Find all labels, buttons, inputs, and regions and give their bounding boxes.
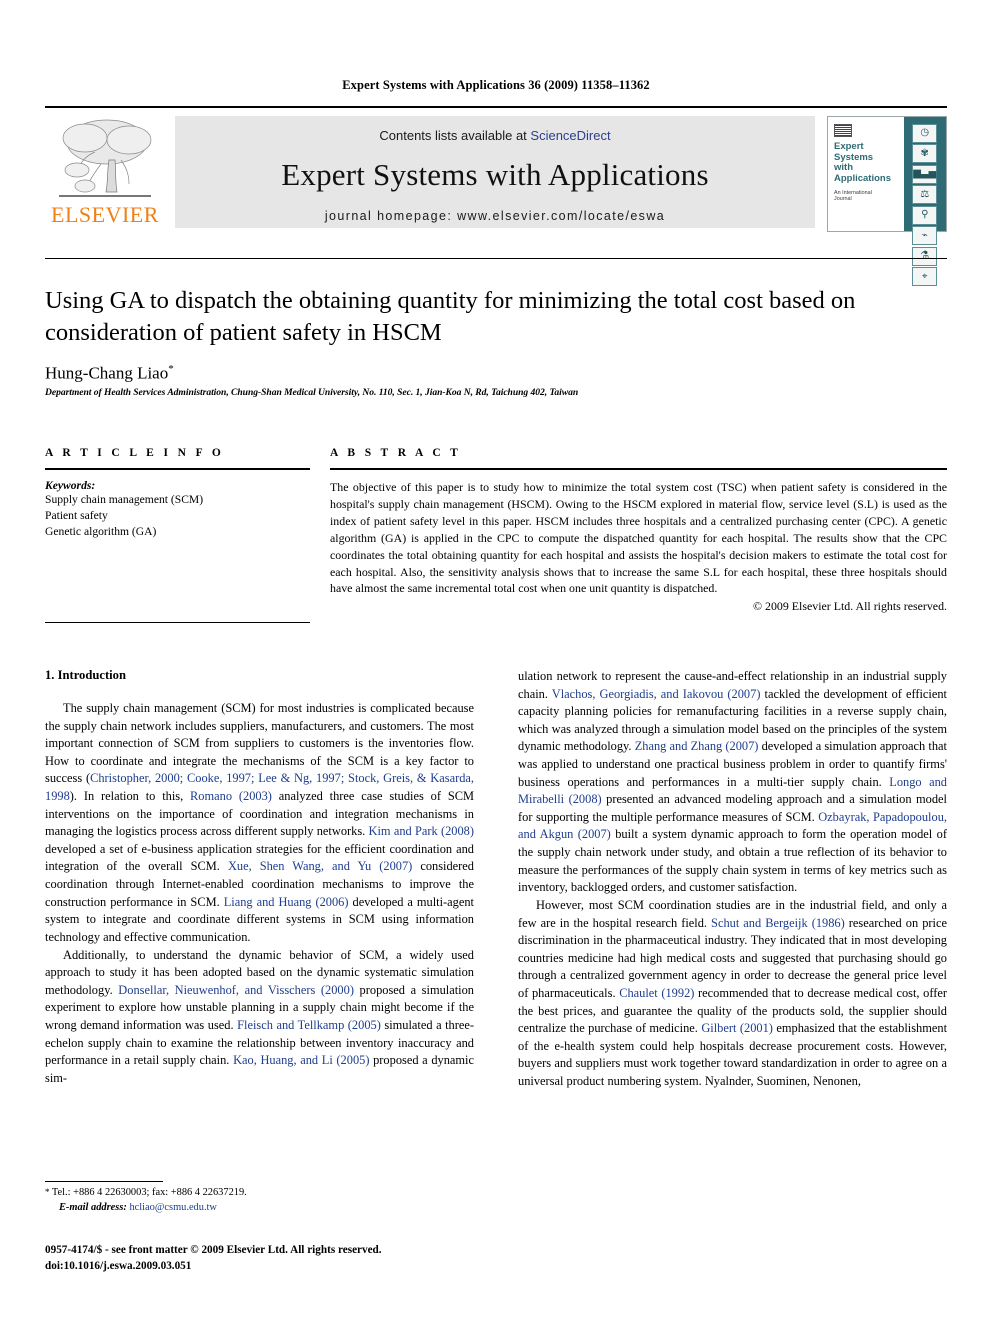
- citation-reference[interactable]: Schut and Bergeijk (1986): [711, 916, 845, 930]
- email-label: E-mail address:: [59, 1201, 127, 1213]
- body-columns: 1. Introduction The supply chain managem…: [45, 668, 947, 1168]
- body-column-left: 1. Introduction The supply chain managem…: [45, 668, 474, 1087]
- abstract-column: A B S T R A C T The objective of this pa…: [330, 447, 947, 614]
- contents-available-line: Contents lists available at ScienceDirec…: [175, 116, 815, 143]
- paper-page: Expert Systems with Applications 36 (200…: [0, 0, 992, 1323]
- abstract-text: The objective of this paper is to study …: [330, 480, 947, 596]
- page-title: Using GA to dispatch the obtaining quant…: [45, 287, 856, 347]
- author-affiliation: Department of Health Services Administra…: [45, 387, 579, 398]
- footnote-rule: [45, 1181, 163, 1182]
- article-info-rule: [45, 468, 310, 470]
- title-separator-rule: [45, 258, 947, 259]
- body-paragraph: However, most SCM coordination studies a…: [518, 897, 948, 1089]
- citation-reference[interactable]: Xue, Shen Wang, and Yu (2007): [228, 859, 412, 873]
- bar-chart-icon: ▆▃▅: [912, 164, 938, 184]
- citation-reference[interactable]: Kim and Park (2008): [369, 824, 474, 838]
- journal-banner: Contents lists available at ScienceDirec…: [175, 116, 815, 228]
- abstract-rule: [330, 468, 947, 470]
- cover-subtitle-line-2: Journal: [834, 195, 852, 202]
- footnote-email: E-mail address: hcliao@csmu.edu.tw: [45, 1201, 475, 1216]
- satellite-icon: ⌁: [912, 226, 938, 245]
- journal-homepage[interactable]: journal homepage: www.elsevier.com/locat…: [175, 209, 815, 223]
- author-label: Hung-Chang Liao: [45, 363, 169, 383]
- citation-reference[interactable]: Gilbert (2001): [701, 1021, 773, 1035]
- clock-icon: ◷: [912, 123, 938, 143]
- article-info-column: A R T I C L E I N F O Keywords: Supply c…: [45, 447, 310, 623]
- citation-reference[interactable]: Donsellar, Nieuwenhof, and Visschers (20…: [118, 983, 354, 997]
- abstract-heading: A B S T R A C T: [330, 447, 462, 459]
- cover-publisher-mark-icon: [834, 124, 852, 137]
- imprint-issn-line: 0957-4174/$ - see front matter © 2009 El…: [45, 1244, 382, 1256]
- elsevier-tree-svg: [59, 119, 152, 197]
- keyword-item: Patient safety: [45, 508, 108, 522]
- body-column-right: ulation network to represent the cause-a…: [518, 668, 947, 1091]
- citation-reference[interactable]: Chaulet (1992): [619, 986, 694, 1000]
- elsevier-wordmark: ELSEVIER: [51, 202, 159, 227]
- cover-name-line-4: Applications: [834, 172, 892, 184]
- abstract-copyright: © 2009 Elsevier Ltd. All rights reserved…: [753, 599, 947, 614]
- elsevier-logo: ELSEVIER: [45, 116, 165, 232]
- contents-prefix: Contents lists available at: [379, 128, 531, 143]
- citation-reference[interactable]: Zhang and Zhang (2007): [635, 739, 759, 753]
- footnote-marker: *: [45, 1187, 50, 1197]
- body-paragraph: The supply chain management (SCM) for mo…: [45, 701, 475, 944]
- keyword-item: Supply chain management (SCM): [45, 493, 204, 506]
- article-info-bottom-rule: [45, 622, 310, 623]
- sciencedirect-link[interactable]: ScienceDirect: [530, 128, 610, 143]
- footnote-block: * Tel.: +886 4 22630003; fax: +886 4 226…: [45, 1186, 475, 1216]
- cover-subtitle: An International Journal: [834, 190, 899, 202]
- cover-front: Expert Systems with Applications An Inte…: [828, 117, 904, 231]
- journal-cover-thumbnail: Expert Systems with Applications An Inte…: [827, 116, 947, 286]
- author-name: Hung-Chang Liao*: [45, 363, 935, 384]
- journal-title: Expert Systems with Applications: [281, 157, 709, 192]
- scales-icon: ⚖: [912, 185, 938, 204]
- citation-reference[interactable]: Romano (2003): [190, 789, 272, 803]
- email-link[interactable]: hcliao@csmu.edu.tw: [129, 1202, 216, 1213]
- keywords-label: Keywords:: [45, 479, 96, 492]
- body-paragraph: ulation network to represent the cause-a…: [518, 669, 947, 895]
- lab-flask-icon: ⚗: [912, 246, 938, 266]
- citation-reference[interactable]: Longo and Mirabelli (2008): [518, 775, 947, 807]
- microscope-icon: ⚲: [912, 205, 938, 225]
- journal-header-band: ELSEVIER Contents lists available at Sci…: [45, 106, 947, 286]
- header-top-rule: [45, 106, 947, 108]
- imprint-doi-line[interactable]: doi:10.1016/j.eswa.2009.03.051: [45, 1259, 545, 1275]
- citation-reference[interactable]: Vlachos, Georgiadis, and Iakovou (2007): [552, 687, 761, 701]
- citation-reference[interactable]: Kao, Huang, and Li (2005): [233, 1053, 369, 1067]
- running-head: Expert Systems with Applications 36 (200…: [342, 78, 650, 92]
- section-heading-introduction: 1. Introduction: [45, 668, 126, 682]
- citation-reference[interactable]: Liang and Huang (2006): [224, 895, 349, 909]
- footnote-tel: * Tel.: +886 4 22630003; fax: +886 4 226…: [45, 1186, 475, 1201]
- imprint-block: 0957-4174/$ - see front matter © 2009 El…: [45, 1243, 545, 1275]
- elsevier-tree-icon: [51, 116, 159, 202]
- gear-icon: ✾: [912, 144, 938, 163]
- pipette-icon: ⌖: [912, 267, 938, 286]
- footnote-tel-text: Tel.: +886 4 22630003; fax: +886 4 22637…: [51, 1187, 247, 1198]
- body-paragraph: Additionally, to understand the dynamic …: [45, 947, 475, 1085]
- article-info-heading: A R T I C L E I N F O: [45, 447, 225, 459]
- cover-icon-strip: ◷ ✾ ▆▃▅ ⚖ ⚲ ⌁ ⚗ ⌖: [903, 117, 946, 286]
- keyword-item: Genetic algorithm (GA): [45, 524, 157, 538]
- author-corresponding-marker: *: [168, 363, 174, 375]
- citation-reference[interactable]: Ozbayrak, Papadopoulou, and Akgun (2007): [518, 810, 947, 842]
- citation-reference[interactable]: Fleisch and Tellkamp (2005): [237, 1018, 381, 1032]
- cover-journal-name: Expert Systems with Applications: [834, 141, 899, 185]
